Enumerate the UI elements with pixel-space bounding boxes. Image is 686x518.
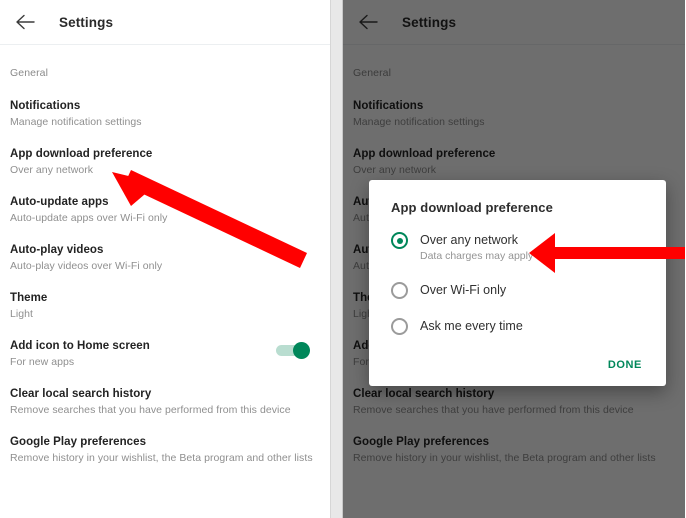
list-item-notifications: Notifications Manage notification settin… bbox=[353, 81, 685, 129]
list-item-subtitle: Over any network bbox=[10, 164, 94, 176]
radio-option-over-any-network[interactable]: Over any network Data charges may apply bbox=[369, 231, 666, 263]
list-item-notifications[interactable]: Notifications Manage notification settin… bbox=[10, 81, 330, 129]
list-item-theme[interactable]: Theme Light bbox=[10, 273, 330, 321]
screenshot-root: Settings General Notifications Manage no… bbox=[0, 0, 686, 518]
list-item-title: Notifications bbox=[10, 100, 81, 112]
panel-divider bbox=[330, 0, 343, 518]
list-item-google-play-preferences: Google Play preferences Remove history i… bbox=[353, 417, 685, 465]
app-bar-left: Settings bbox=[0, 0, 330, 45]
list-item-subtitle: Manage notification settings bbox=[353, 116, 485, 128]
list-item-subtitle: For new apps bbox=[10, 356, 75, 368]
list-item-title: Google Play preferences bbox=[353, 436, 490, 448]
radio-button-icon[interactable] bbox=[391, 232, 408, 249]
list-item-subtitle: Remove history in your wishlist, the Bet… bbox=[10, 452, 313, 464]
radio-button-icon[interactable] bbox=[391, 282, 408, 299]
list-item-title: Add icon to Home screen bbox=[10, 340, 150, 352]
list-item-subtitle: Light bbox=[10, 308, 34, 320]
settings-list-left: General Notifications Manage notificatio… bbox=[0, 45, 330, 465]
list-item-google-play-preferences[interactable]: Google Play preferences Remove history i… bbox=[10, 417, 330, 465]
app-download-preference-dialog: App download preference Over any network… bbox=[369, 180, 666, 386]
radio-option-label: Over any network bbox=[420, 233, 518, 247]
radio-option-ask-me-every-time[interactable]: Ask me every time bbox=[369, 317, 666, 335]
radio-button-icon[interactable] bbox=[391, 318, 408, 335]
radio-option-subtitle: Data charges may apply bbox=[420, 250, 534, 262]
list-item-subtitle: Auto-play videos over Wi-Fi only bbox=[10, 260, 163, 272]
list-item-title: Clear local search history bbox=[353, 388, 495, 400]
list-item-app-download-preference[interactable]: App download preference Over any network bbox=[10, 129, 330, 177]
list-item-subtitle: Remove history in your wishlist, the Bet… bbox=[353, 452, 656, 464]
radio-option-label: Ask me every time bbox=[420, 319, 523, 333]
list-item-title: Auto-update apps bbox=[10, 196, 109, 208]
list-item-add-icon-to-home-screen[interactable]: Add icon to Home screen For new apps bbox=[10, 321, 330, 369]
list-item-title: App download preference bbox=[353, 148, 496, 160]
dialog-title: App download preference bbox=[391, 200, 553, 215]
toggle-knob bbox=[293, 342, 310, 359]
page-title: Settings bbox=[402, 14, 457, 30]
list-item-title: Notifications bbox=[353, 100, 424, 112]
dialog-action-bar: DONE bbox=[369, 335, 666, 386]
radio-option-label: Over Wi-Fi only bbox=[420, 283, 507, 297]
list-item-title: App download preference bbox=[10, 148, 153, 160]
app-bar-right: Settings bbox=[343, 0, 685, 45]
add-icon-toggle-switch[interactable] bbox=[276, 342, 310, 359]
arrow-left-icon[interactable] bbox=[353, 7, 383, 37]
download-preference-radio-group: Over any network Data charges may apply … bbox=[369, 215, 666, 335]
list-item-subtitle: Remove searches that you have performed … bbox=[353, 404, 634, 416]
list-item-clear-local-search-history[interactable]: Clear local search history Remove search… bbox=[10, 369, 330, 417]
page-title: Settings bbox=[59, 14, 114, 30]
list-item-app-download-preference: App download preference Over any network bbox=[353, 129, 685, 177]
section-header-general: General bbox=[10, 67, 49, 79]
list-item-auto-play-videos[interactable]: Auto-play videos Auto-play videos over W… bbox=[10, 225, 330, 273]
arrow-left-icon[interactable] bbox=[10, 7, 40, 37]
radio-option-over-wifi-only[interactable]: Over Wi-Fi only bbox=[369, 281, 666, 299]
list-item-title: Clear local search history bbox=[10, 388, 152, 400]
section-header-general: General bbox=[353, 67, 392, 79]
list-item-subtitle: Auto-update apps over Wi-Fi only bbox=[10, 212, 168, 224]
list-item-subtitle: Remove searches that you have performed … bbox=[10, 404, 291, 416]
left-phone-screen: Settings General Notifications Manage no… bbox=[0, 0, 330, 518]
list-item-title: Auto-play videos bbox=[10, 244, 104, 256]
right-phone-screen: Settings General Notifications Manage no… bbox=[343, 0, 685, 518]
list-item-title: Theme bbox=[10, 292, 48, 304]
list-item-subtitle: Over any network bbox=[353, 164, 437, 176]
list-item-title: Google Play preferences bbox=[10, 436, 147, 448]
list-item-subtitle: Manage notification settings bbox=[10, 116, 142, 128]
done-button[interactable]: DONE bbox=[604, 357, 646, 373]
list-item-auto-update-apps[interactable]: Auto-update apps Auto-update apps over W… bbox=[10, 177, 330, 225]
